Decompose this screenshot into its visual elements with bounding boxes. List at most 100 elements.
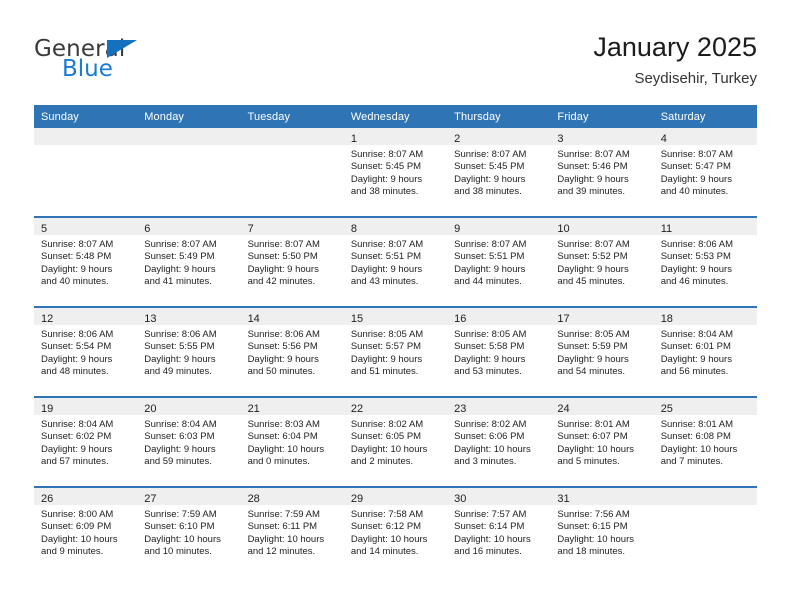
day-details: Sunrise: 8:06 AM Sunset: 5:54 PM Daylight:… <box>34 325 137 379</box>
day-number-band: 13 <box>137 308 241 325</box>
day-number: 22 <box>350 403 364 415</box>
day-number: 3 <box>557 133 564 145</box>
day-number-band: 11 <box>653 218 757 235</box>
day-number-band: 6 <box>137 218 241 235</box>
calendar-day-cell[interactable]: 26 Sunrise: 8:00 AM Sunset: 6:09 PM Dayligh… <box>34 486 138 576</box>
day-details: Sunrise: 7:57 AM Sunset: 6:14 PM Daylight:… <box>447 505 550 559</box>
calendar-day-cell[interactable]: 11 Sunrise: 8:06 AM Sunset: 5:53 PM Dayligh… <box>653 216 757 307</box>
calendar-table: Sunday Monday Tuesday Wednesday Thursday Frid… <box>34 105 757 576</box>
calendar-day-cell[interactable]: 21 Sunrise: 8:03 AM Sunset: 6:04 PM Dayligh… <box>240 396 344 487</box>
weekday-header-thursday: Thursday <box>447 105 551 128</box>
calendar-day-cell[interactable]: 22 Sunrise: 8:02 AM Sunset: 6:05 PM Dayligh… <box>343 396 448 487</box>
calendar-day-cell[interactable]: 13 Sunrise: 8:06 AM Sunset: 5:55 PM Dayligh… <box>137 306 241 397</box>
calendar-day-cell[interactable]: 17 Sunrise: 8:05 AM Sunset: 5:59 PM Dayligh… <box>550 306 654 397</box>
day-detail-line: and 12 minutes. <box>247 546 316 558</box>
day-detail-line: Daylight: 10 hours <box>144 533 221 545</box>
day-detail-line: Sunrise: 8:07 AM <box>557 239 630 250</box>
day-details: Sunrise: 8:07 AM Sunset: 5:50 PM Daylight:… <box>241 235 344 289</box>
day-details: Sunrise: 8:06 AM Sunset: 5:53 PM Daylight:… <box>654 235 757 289</box>
day-detail-line: Sunset: 6:05 PM <box>350 431 422 443</box>
calendar-day-cell[interactable]: 23 Sunrise: 8:02 AM Sunset: 6:06 PM Dayligh… <box>447 396 551 487</box>
day-number-band: 20 <box>137 398 241 415</box>
calendar-day-cell[interactable]: 8 Sunrise: 8:07 AM Sunset: 5:51 PM Daylight… <box>343 216 448 307</box>
day-detail-line: Daylight: 9 hours <box>454 263 526 275</box>
day-detail-line: Sunset: 6:04 PM <box>247 431 318 443</box>
calendar-day-cell[interactable]: 6 Sunrise: 8:07 AM Sunset: 5:49 PM Daylight… <box>137 216 241 307</box>
calendar-cell-empty <box>137 128 241 217</box>
calendar-day-cell[interactable]: 28 Sunrise: 7:59 AM Sunset: 6:11 PM Dayligh… <box>240 486 344 576</box>
calendar-day-cell[interactable]: 25 Sunrise: 8:01 AM Sunset: 6:08 PM Dayligh… <box>653 396 757 487</box>
day-number-band: 23 <box>447 398 551 415</box>
day-detail-line: Sunrise: 8:05 AM <box>454 329 527 340</box>
day-detail-line: Daylight: 10 hours <box>41 533 118 545</box>
day-detail-line: Sunset: 5:49 PM <box>144 251 215 263</box>
calendar-day-cell[interactable]: 3 Sunrise: 8:07 AM Sunset: 5:46 PM Daylight… <box>550 128 654 217</box>
day-number-band: 25 <box>653 398 757 415</box>
day-number: 15 <box>350 313 364 325</box>
day-detail-line: and 38 minutes. <box>350 186 419 198</box>
day-detail-line: Sunset: 6:15 PM <box>557 521 628 533</box>
day-number-band: 22 <box>343 398 448 415</box>
calendar-day-cell[interactable]: 27 Sunrise: 7:59 AM Sunset: 6:10 PM Dayligh… <box>137 486 241 576</box>
calendar-day-cell[interactable]: 16 Sunrise: 8:05 AM Sunset: 5:58 PM Dayligh… <box>447 306 551 397</box>
calendar-day-cell[interactable]: 19 Sunrise: 8:04 AM Sunset: 6:02 PM Dayligh… <box>34 396 138 487</box>
day-number-band: 5 <box>34 218 138 235</box>
day-number: 9 <box>454 223 461 235</box>
calendar-day-cell[interactable]: 10 Sunrise: 8:07 AM Sunset: 5:52 PM Dayligh… <box>550 216 654 307</box>
calendar-day-cell[interactable]: 20 Sunrise: 8:04 AM Sunset: 6:03 PM Dayligh… <box>137 396 241 487</box>
calendar-day-cell[interactable]: 4 Sunrise: 8:07 AM Sunset: 5:47 PM Daylight… <box>653 128 757 217</box>
calendar-day-cell[interactable]: 31 Sunrise: 7:56 AM Sunset: 6:15 PM Dayligh… <box>550 486 654 576</box>
calendar-day-cell[interactable]: 15 Sunrise: 8:05 AM Sunset: 5:57 PM Dayligh… <box>343 306 448 397</box>
day-number: 7 <box>247 223 254 235</box>
day-detail-line: and 43 minutes. <box>350 276 419 288</box>
day-number: 27 <box>144 493 157 505</box>
day-detail-line: Sunrise: 8:06 AM <box>247 329 320 340</box>
calendar-day-cell[interactable]: 24 Sunrise: 8:01 AM Sunset: 6:07 PM Dayligh… <box>550 396 654 487</box>
day-detail-line: Daylight: 9 hours <box>557 173 629 185</box>
calendar-day-cell[interactable]: 1 Sunrise: 8:07 AM Sunset: 5:45 PM Daylight… <box>343 128 448 217</box>
calendar-day-cell[interactable]: 2 Sunrise: 8:07 AM Sunset: 5:45 PM Daylight… <box>447 128 551 217</box>
day-number-band: 2 <box>447 128 551 145</box>
day-detail-line: Sunrise: 8:07 AM <box>454 149 527 160</box>
day-number: 31 <box>557 493 570 505</box>
page-header: General Blue January 2025 Seydisehir, Tu… <box>34 30 757 96</box>
day-detail-line: Daylight: 9 hours <box>660 263 732 275</box>
day-number-band <box>240 128 344 145</box>
calendar-day-cell[interactable]: 30 Sunrise: 7:57 AM Sunset: 6:14 PM Dayligh… <box>447 486 551 576</box>
day-detail-line: Sunrise: 8:07 AM <box>350 239 424 250</box>
page-subtitle: Seydisehir, Turkey <box>634 70 757 87</box>
day-detail-line: Sunset: 5:45 PM <box>350 161 422 173</box>
day-details: Sunrise: 8:05 AM Sunset: 5:59 PM Daylight:… <box>550 325 653 379</box>
day-detail-line: and 0 minutes. <box>247 456 310 468</box>
calendar-day-cell[interactable]: 5 Sunrise: 8:07 AM Sunset: 5:48 PM Daylight… <box>34 216 138 307</box>
day-detail-line: Daylight: 9 hours <box>454 173 526 185</box>
calendar-day-cell[interactable]: 14 Sunrise: 8:06 AM Sunset: 5:56 PM Dayligh… <box>240 306 344 397</box>
day-number: 26 <box>41 493 54 505</box>
calendar-week-row: 5 Sunrise: 8:07 AM Sunset: 5:48 PM Daylight… <box>34 216 757 307</box>
day-detail-line: and 2 minutes. <box>350 456 414 468</box>
day-detail-line: Sunrise: 7:57 AM <box>454 509 527 520</box>
day-number-band: 14 <box>240 308 344 325</box>
calendar-day-cell[interactable]: 18 Sunrise: 8:04 AM Sunset: 6:01 PM Dayligh… <box>653 306 757 397</box>
day-number-band: 30 <box>447 488 551 505</box>
day-detail-line: and 3 minutes. <box>454 456 517 468</box>
day-detail-line: Sunrise: 8:06 AM <box>41 329 114 340</box>
calendar-day-cell[interactable]: 9 Sunrise: 8:07 AM Sunset: 5:51 PM Daylight… <box>447 216 551 307</box>
day-details: Sunrise: 8:07 AM Sunset: 5:45 PM Daylight:… <box>344 145 447 199</box>
day-detail-line: Daylight: 10 hours <box>247 533 325 545</box>
day-details: Sunrise: 8:01 AM Sunset: 6:08 PM Daylight:… <box>654 415 757 469</box>
day-detail-line: Daylight: 10 hours <box>557 533 634 545</box>
day-details: Sunrise: 8:07 AM Sunset: 5:47 PM Daylight:… <box>654 145 757 199</box>
calendar-day-cell[interactable]: 7 Sunrise: 8:07 AM Sunset: 5:50 PM Daylight… <box>240 216 344 307</box>
calendar-week-row: 12 Sunrise: 8:06 AM Sunset: 5:54 PM Dayligh… <box>34 306 757 397</box>
general-blue-logo[interactable]: General Blue <box>34 38 164 84</box>
day-details: Sunrise: 8:04 AM Sunset: 6:02 PM Daylight:… <box>34 415 137 469</box>
calendar-day-cell[interactable]: 12 Sunrise: 8:06 AM Sunset: 5:54 PM Dayligh… <box>34 306 138 397</box>
day-details: Sunrise: 7:56 AM Sunset: 6:15 PM Daylight:… <box>550 505 653 559</box>
day-detail-line: Sunset: 6:12 PM <box>350 521 422 533</box>
day-number: 19 <box>41 403 54 415</box>
day-number-band <box>34 128 138 145</box>
day-detail-line: Sunrise: 8:07 AM <box>557 149 630 160</box>
calendar-day-cell[interactable]: 29 Sunrise: 7:58 AM Sunset: 6:12 PM Dayligh… <box>343 486 448 576</box>
day-detail-line: and 49 minutes. <box>144 366 212 378</box>
